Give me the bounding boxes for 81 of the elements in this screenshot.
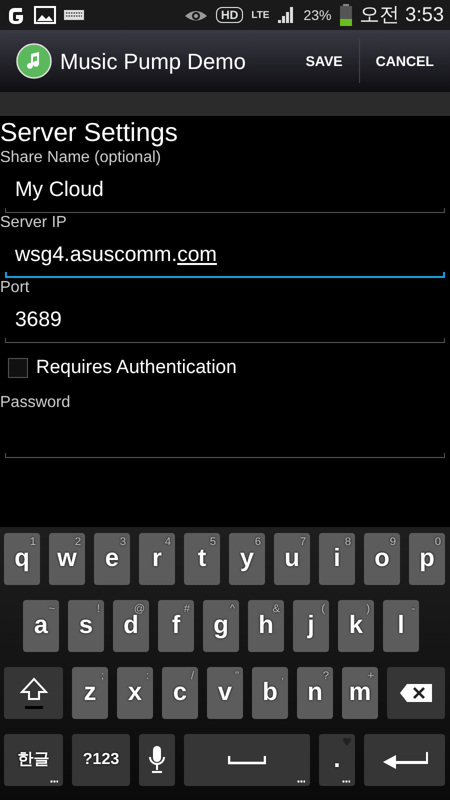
key[interactable]: h & [248, 600, 284, 652]
field-label: Server IP [0, 213, 68, 233]
key-hint: 2 [74, 535, 81, 550]
field-label: Password [0, 393, 72, 413]
space-key[interactable] [184, 734, 310, 786]
key-hint: 8 [344, 535, 351, 550]
backspace-icon [399, 683, 433, 703]
key[interactable]: . [319, 734, 355, 786]
key-hint: # [184, 602, 190, 617]
key[interactable]: j ( [293, 600, 329, 652]
key[interactable]: m + [342, 667, 378, 719]
checkbox[interactable] [8, 358, 28, 378]
key-hint: : [146, 669, 149, 684]
key-hint: ) [366, 602, 370, 617]
key[interactable]: c / [162, 667, 198, 719]
key-hint: 1 [30, 535, 36, 550]
key-hint: 6 [254, 535, 261, 550]
hd-indicator: HD [216, 7, 244, 23]
field-label: Port [0, 278, 30, 298]
key-hint: 5 [210, 535, 216, 550]
picture-icon [34, 5, 56, 25]
mic-key[interactable] [139, 734, 175, 786]
key[interactable]: k ) [338, 600, 374, 652]
key-hint: - [411, 602, 415, 617]
network-type: LTE [251, 8, 270, 22]
key[interactable]: l - [383, 600, 419, 652]
key[interactable]: s ! [68, 600, 104, 652]
key[interactable]: ?123 [72, 734, 130, 786]
music-note-icon [16, 43, 52, 79]
input-field[interactable]: My Cloud [5, 168, 445, 213]
key[interactable]: b , [252, 667, 288, 719]
key-hint: ? [322, 669, 329, 684]
app-title: Music Pump Demo [60, 48, 247, 76]
key-hint: , [280, 669, 284, 684]
shift-key[interactable] [4, 667, 63, 719]
key[interactable]: d @ [113, 600, 149, 652]
key-hint: ( [321, 602, 325, 617]
key-hint: & [272, 602, 280, 617]
key-hint: 3 [120, 535, 126, 550]
key[interactable]: 한글 [4, 734, 63, 786]
keyboard-icon [64, 9, 84, 21]
status-time: 오전 3:53 [360, 3, 444, 28]
key-hint: " [235, 669, 239, 684]
key-hint: ! [96, 602, 100, 617]
key-hint: 4 [164, 535, 171, 550]
backspace-key[interactable] [387, 667, 445, 719]
key[interactable]: z ; [72, 667, 108, 719]
enter-key[interactable] [364, 734, 445, 786]
key[interactable]: v " [207, 667, 243, 719]
key-hint: + [368, 669, 374, 684]
g-logo-icon [6, 5, 26, 25]
key[interactable]: n ? [297, 667, 333, 719]
field-label: Share Name (optional) [0, 148, 162, 168]
key-hint: ; [100, 669, 104, 684]
key-hint: / [190, 669, 194, 684]
battery-percent: 23% [303, 6, 332, 24]
input-field[interactable]: wsg4.asuscomm.com [5, 233, 445, 278]
key-hint: 7 [300, 535, 306, 550]
key-hint: ~ [48, 602, 55, 617]
key[interactable]: a ~ [23, 600, 59, 652]
key-hint: ^ [230, 602, 235, 617]
more-icon [297, 780, 305, 783]
shift-icon [18, 676, 48, 710]
microphone-icon [148, 745, 166, 775]
key[interactable]: x : [117, 667, 153, 719]
more-icon [50, 780, 58, 783]
signal-icon [277, 6, 296, 24]
key-hint: @ [134, 602, 145, 615]
action-button[interactable]: SAVE [290, 30, 359, 92]
key[interactable]: g ^ [203, 600, 239, 652]
key[interactable]: f # [158, 600, 194, 652]
action-button[interactable]: CANCEL [360, 30, 450, 92]
space-icon [228, 755, 266, 765]
battery-icon [340, 4, 352, 26]
key-hint: 9 [390, 535, 396, 550]
enter-icon [382, 749, 428, 771]
checkbox-label: Requires Authentication [36, 356, 237, 380]
key-hint: 0 [434, 535, 441, 550]
input-field[interactable]: 3689 [5, 298, 445, 343]
section-heading: Server Settings [0, 116, 179, 148]
more-icon [342, 780, 350, 783]
